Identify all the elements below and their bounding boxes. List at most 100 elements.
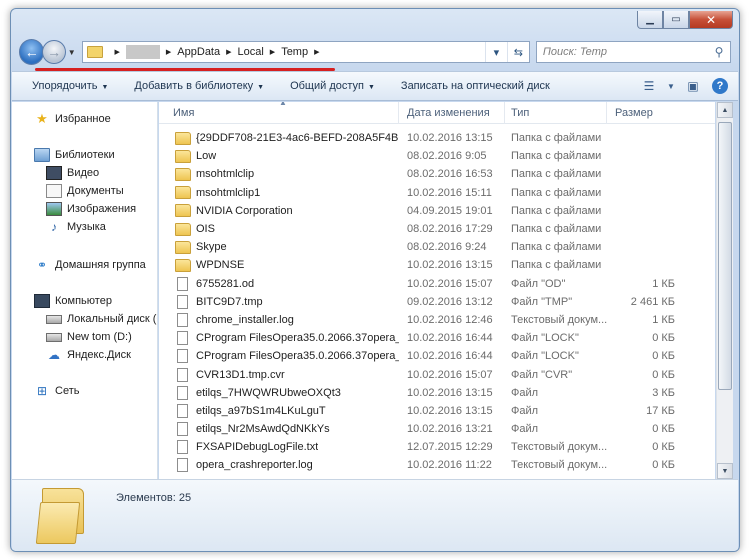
table-row[interactable]: Low 08.02.2016 9:05 Папка с файлами bbox=[159, 147, 715, 165]
file-date: 10.02.2016 13:15 bbox=[407, 132, 493, 145]
address-bar[interactable]: ▶ ▶ AppData ▶ Local ▶ Temp ▶ ▾ ⇆ bbox=[81, 41, 530, 63]
table-row[interactable]: CProgram FilesOpera35.0.2066.37opera_a..… bbox=[159, 329, 715, 347]
table-row[interactable]: etilqs_a97bS1m4LKuLguT 10.02.2016 13:15 Фа… bbox=[159, 402, 715, 420]
file-name-cell[interactable]: CProgram FilesOpera35.0.2066.37opera_a..… bbox=[159, 331, 399, 346]
refresh-button[interactable]: ⇆ bbox=[506, 42, 529, 62]
table-row[interactable]: FXSAPIDebugLogFile.txt 12.07.2015 12:29 Те… bbox=[159, 438, 715, 456]
file-name-cell[interactable]: CVR13D1.tmp.cvr bbox=[159, 367, 399, 382]
close-button[interactable]: ✕ bbox=[689, 11, 733, 29]
table-row[interactable]: Skype 08.02.2016 9:24 Папка с файлами bbox=[159, 238, 715, 256]
file-name-cell[interactable]: msohtmlclip1 bbox=[159, 186, 399, 200]
table-row[interactable]: etilqs_7HWQWRUbweOXQt3 10.02.2016 13:15 Фа… bbox=[159, 384, 715, 402]
burn-button[interactable]: Записать на оптический диск bbox=[401, 80, 550, 92]
file-name-cell[interactable]: Low bbox=[159, 149, 399, 163]
file-name-cell[interactable]: FXSAPIDebugLogFile.txt bbox=[159, 440, 399, 455]
vertical-scrollbar[interactable]: ▲ ▼ bbox=[716, 102, 733, 479]
file-name-cell[interactable]: etilqs_Nr2MsAwdQdNKkYs bbox=[159, 422, 399, 437]
image-icon bbox=[46, 202, 62, 216]
nav-item-images[interactable]: Изображения bbox=[46, 200, 136, 218]
share-button[interactable]: Общий доступ ▼ bbox=[290, 80, 375, 92]
crumb-temp[interactable]: Temp bbox=[281, 46, 308, 58]
search-icon[interactable]: ⚲ bbox=[708, 45, 730, 59]
table-row[interactable]: CProgram FilesOpera35.0.2066.37opera_a..… bbox=[159, 347, 715, 365]
nav-item-libraries[interactable]: Библиотеки bbox=[34, 146, 115, 164]
add-to-library-button[interactable]: Добавить в библиотеку ▼ bbox=[134, 80, 264, 92]
nav-item-local-disk[interactable]: Локальный диск (C bbox=[46, 310, 157, 328]
nav-item-documents[interactable]: Документы bbox=[46, 182, 124, 200]
scroll-down-button[interactable]: ▼ bbox=[717, 463, 733, 479]
minimize-button[interactable]: ▁ bbox=[637, 11, 663, 29]
file-name-cell[interactable]: BITC9D7.tmp bbox=[159, 294, 399, 309]
crumb-local[interactable]: Local bbox=[238, 46, 264, 58]
crumb-separator-icon[interactable]: ▶ bbox=[314, 48, 319, 56]
file-name-cell[interactable]: WPDNSE bbox=[159, 258, 399, 272]
file-date: 10.02.2016 15:11 bbox=[407, 186, 492, 199]
crumb-separator-icon[interactable]: ▶ bbox=[270, 48, 275, 56]
table-row[interactable]: 6755281.od 10.02.2016 15:07 Файл "OD" 1 КБ bbox=[159, 275, 715, 293]
forward-button[interactable]: → bbox=[42, 40, 66, 64]
view-options-button[interactable]: ☰ bbox=[638, 77, 660, 95]
table-row[interactable]: msohtmlclip 08.02.2016 16:53 Папка с файла… bbox=[159, 165, 715, 183]
help-button[interactable]: ? bbox=[712, 78, 728, 94]
scroll-up-button[interactable]: ▲ bbox=[717, 102, 733, 118]
organize-button[interactable]: Упорядочить ▼ bbox=[32, 80, 108, 92]
recent-pages-dropdown[interactable]: ▼ bbox=[66, 48, 78, 57]
table-row[interactable]: CVR13D1.tmp.cvr 10.02.2016 15:07 Файл "CVR… bbox=[159, 365, 715, 383]
crumb-separator-icon[interactable]: ▶ bbox=[226, 48, 231, 56]
file-name-cell[interactable]: etilqs_7HWQWRUbweOXQt3 bbox=[159, 385, 399, 400]
file-type: Текстовый докум... bbox=[511, 459, 607, 472]
table-row[interactable]: etilqs_Nr2MsAwdQdNKkYs 10.02.2016 13:21 Фа… bbox=[159, 420, 715, 438]
nav-item-favorites[interactable]: ★ Избранное bbox=[34, 110, 111, 128]
folder-icon bbox=[175, 186, 191, 200]
table-row[interactable]: opera_crashreporter.log 10.02.2016 11:22 Т… bbox=[159, 456, 715, 474]
crumb-appdata[interactable]: AppData bbox=[177, 46, 220, 58]
file-date: 09.02.2016 13:12 bbox=[407, 295, 493, 308]
file-name-cell[interactable]: CProgram FilesOpera35.0.2066.37opera_a..… bbox=[159, 349, 399, 364]
table-row[interactable]: WPDNSE 10.02.2016 13:15 Папка с файлами bbox=[159, 256, 715, 274]
file-name-cell[interactable]: 6755281.od bbox=[159, 276, 399, 291]
maximize-button[interactable]: ▭ bbox=[663, 11, 689, 29]
drive-icon bbox=[46, 332, 62, 342]
caption-buttons: ▁ ▭ ✕ bbox=[637, 11, 733, 29]
table-row[interactable]: NVIDIA Corporation 04.09.2015 19:01 Папка … bbox=[159, 202, 715, 220]
nav-item-yandex-disk[interactable]: ☁ Яндекс.Диск bbox=[46, 346, 131, 364]
crumb-separator-icon[interactable]: ▶ bbox=[166, 48, 171, 56]
column-header-type[interactable]: Тип bbox=[505, 102, 607, 124]
file-name: CVR13D1.tmp.cvr bbox=[196, 368, 285, 381]
crumb-separator-icon[interactable]: ▶ bbox=[115, 48, 120, 56]
file-name-cell[interactable]: NVIDIA Corporation bbox=[159, 204, 399, 218]
file-name-cell[interactable]: OIS bbox=[159, 222, 399, 236]
scrollbar-thumb[interactable] bbox=[718, 122, 732, 390]
search-input[interactable]: Поиск: Temp ⚲ bbox=[535, 41, 731, 63]
file-name-cell[interactable]: opera_crashreporter.log bbox=[159, 458, 399, 473]
column-header-name[interactable]: ▲ Имя bbox=[159, 102, 399, 124]
file-name-cell[interactable]: {29DDF708-21E3-4ac6-BEFD-208A5F4B6B... bbox=[159, 131, 399, 145]
back-button[interactable]: ← bbox=[19, 39, 45, 65]
file-name-cell[interactable]: msohtmlclip bbox=[159, 167, 399, 181]
chevron-down-icon: ▼ bbox=[257, 84, 265, 91]
table-row[interactable]: chrome_installer.log 10.02.2016 12:46 Текс… bbox=[159, 311, 715, 329]
file-size: 17 КБ bbox=[646, 404, 675, 417]
table-row[interactable]: msohtmlclip1 10.02.2016 15:11 Папка с файл… bbox=[159, 184, 715, 202]
file-name-cell[interactable]: etilqs_a97bS1m4LKuLguT bbox=[159, 403, 399, 418]
folder-icon bbox=[175, 167, 191, 181]
table-row[interactable]: OIS 08.02.2016 17:29 Папка с файлами bbox=[159, 220, 715, 238]
table-row[interactable]: {29DDF708-21E3-4ac6-BEFD-208A5F4B6B... 10… bbox=[159, 129, 715, 147]
nav-item-homegroup[interactable]: ⚭ Домашняя группа bbox=[34, 256, 146, 274]
nav-item-music[interactable]: ♪ Музыка bbox=[46, 218, 106, 236]
table-row[interactable]: BITC9D7.tmp 09.02.2016 13:12 Файл "TMP" 2 4… bbox=[159, 293, 715, 311]
file-name-cell[interactable]: chrome_installer.log bbox=[159, 312, 399, 327]
address-history-button[interactable]: ▾ bbox=[484, 42, 507, 62]
nav-label: Домашняя группа bbox=[55, 259, 146, 271]
file-name-cell[interactable]: Skype bbox=[159, 240, 399, 254]
nav-item-network[interactable]: ⊞ Сеть bbox=[34, 382, 80, 400]
preview-pane-button[interactable]: ▣ bbox=[682, 77, 704, 95]
nav-item-new-tom[interactable]: New tom (D:) bbox=[46, 328, 132, 346]
nav-item-video[interactable]: Видео bbox=[46, 164, 99, 182]
nav-item-computer[interactable]: Компьютер bbox=[34, 292, 112, 310]
view-dropdown-button[interactable]: ▼ bbox=[660, 77, 682, 95]
column-header-date[interactable]: Дата изменения bbox=[399, 102, 505, 124]
cloud-disk-icon: ☁ bbox=[48, 348, 60, 362]
column-header-size[interactable]: Размер bbox=[607, 102, 715, 124]
folder-icon bbox=[175, 222, 191, 236]
